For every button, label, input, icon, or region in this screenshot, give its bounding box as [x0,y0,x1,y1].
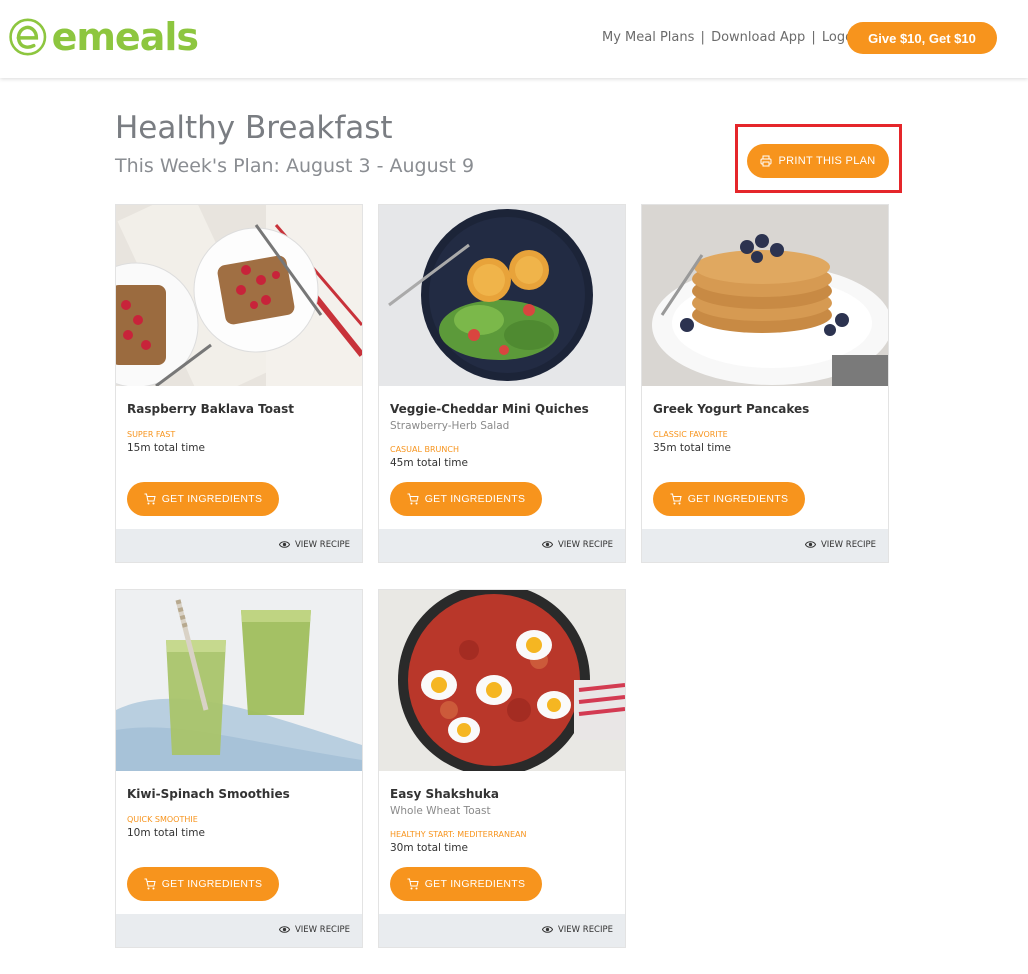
view-recipe-link[interactable]: VIEW RECIPE [278,924,350,935]
site-header: emeals My Meal Plans | Download App | Lo… [0,0,1028,78]
view-recipe-label: VIEW RECIPE [294,924,350,935]
view-recipe-link[interactable]: VIEW RECIPE [278,539,350,550]
eye-icon [278,926,290,933]
recipe-photo[interactable] [116,205,362,386]
recipe-title[interactable]: Greek Yogurt Pancakes [653,402,809,416]
cart-icon [144,493,156,505]
recipe-title[interactable]: Easy Shakshuka [390,787,499,801]
get-ingredients-label: GET INGREDIENTS [424,878,526,890]
recipe-tag: CASUAL BRUNCH [390,445,459,454]
printer-icon [760,155,772,167]
cart-icon [144,878,156,890]
page-title: Healthy Breakfast [115,110,393,146]
recipe-time: 35m total time [653,442,731,454]
get-ingredients-label: GET INGREDIENTS [161,493,263,505]
recipe-tag: HEALTHY START: MEDITERRANEAN [390,830,527,839]
get-ingredients-label: GET INGREDIENTS [687,493,789,505]
print-plan-label: PRINT THIS PLAN [778,155,876,167]
view-recipe-label: VIEW RECIPE [557,924,613,935]
recipe-card: Greek Yogurt Pancakes CLASSIC FAVORITE 3… [641,204,889,563]
eye-icon [541,926,553,933]
recipe-side-dish: Strawberry-Herb Salad [390,420,510,432]
recipe-photo[interactable] [379,590,625,771]
recipe-time: 10m total time [127,827,205,839]
card-footer: VIEW RECIPE [642,529,888,562]
logo-wordmark: emeals [51,15,199,59]
recipe-time: 45m total time [390,457,468,469]
emeals-logo-icon [9,18,47,56]
recipe-title[interactable]: Kiwi-Spinach Smoothies [127,787,290,801]
cart-icon [407,493,419,505]
recipe-photo[interactable] [642,205,888,386]
recipe-card: Raspberry Baklava Toast SUPER FAST 15m t… [115,204,363,563]
top-nav: My Meal Plans | Download App | Logout [602,30,866,45]
recipe-tag: SUPER FAST [127,430,176,439]
get-ingredients-label: GET INGREDIENTS [161,878,263,890]
eye-icon [804,541,816,548]
cart-icon [670,493,682,505]
recipe-tag: CLASSIC FAVORITE [653,430,728,439]
card-footer: VIEW RECIPE [116,914,362,947]
recipe-card: Veggie-Cheddar Mini Quiches Strawberry-H… [378,204,626,563]
recipe-photo[interactable] [379,205,625,386]
view-recipe-label: VIEW RECIPE [557,539,613,550]
recipe-tag: QUICK SMOOTHIE [127,815,198,824]
nav-download-app[interactable]: Download App [711,30,805,45]
get-ingredients-label: GET INGREDIENTS [424,493,526,505]
view-recipe-label: VIEW RECIPE [294,539,350,550]
raspberry-toast-photo [116,205,362,386]
view-recipe-link[interactable]: VIEW RECIPE [804,539,876,550]
emeals-logo[interactable]: emeals [8,12,199,62]
recipe-card: Kiwi-Spinach Smoothies QUICK SMOOTHIE 10… [115,589,363,948]
recipe-photo[interactable] [116,590,362,771]
view-recipe-link[interactable]: VIEW RECIPE [541,924,613,935]
card-footer: VIEW RECIPE [116,529,362,562]
cart-icon [407,878,419,890]
print-plan-button[interactable]: PRINT THIS PLAN [747,144,889,178]
smoothies-photo [116,590,362,771]
get-ingredients-button[interactable]: GET INGREDIENTS [390,867,542,901]
get-ingredients-button[interactable]: GET INGREDIENTS [127,482,279,516]
recipe-card: Easy Shakshuka Whole Wheat Toast HEALTHY… [378,589,626,948]
nav-separator: | [700,30,705,45]
recipe-time: 15m total time [127,442,205,454]
mini-quiches-photo [379,205,625,386]
nav-separator: | [811,30,816,45]
give-get-button[interactable]: Give $10, Get $10 [847,22,997,54]
view-recipe-link[interactable]: VIEW RECIPE [541,539,613,550]
view-recipe-label: VIEW RECIPE [820,539,876,550]
pancakes-photo [642,205,888,386]
plan-week-subtitle: This Week's Plan: August 3 - August 9 [115,155,475,177]
recipe-title[interactable]: Veggie-Cheddar Mini Quiches [390,402,589,416]
eye-icon [541,541,553,548]
recipe-time: 30m total time [390,842,468,854]
nav-my-meal-plans[interactable]: My Meal Plans [602,30,694,45]
get-ingredients-button[interactable]: GET INGREDIENTS [390,482,542,516]
recipe-side-dish: Whole Wheat Toast [390,805,491,817]
eye-icon [278,541,290,548]
get-ingredients-button[interactable]: GET INGREDIENTS [127,867,279,901]
card-footer: VIEW RECIPE [379,914,625,947]
shakshuka-photo [379,590,625,771]
recipe-title[interactable]: Raspberry Baklava Toast [127,402,294,416]
card-footer: VIEW RECIPE [379,529,625,562]
get-ingredients-button[interactable]: GET INGREDIENTS [653,482,805,516]
